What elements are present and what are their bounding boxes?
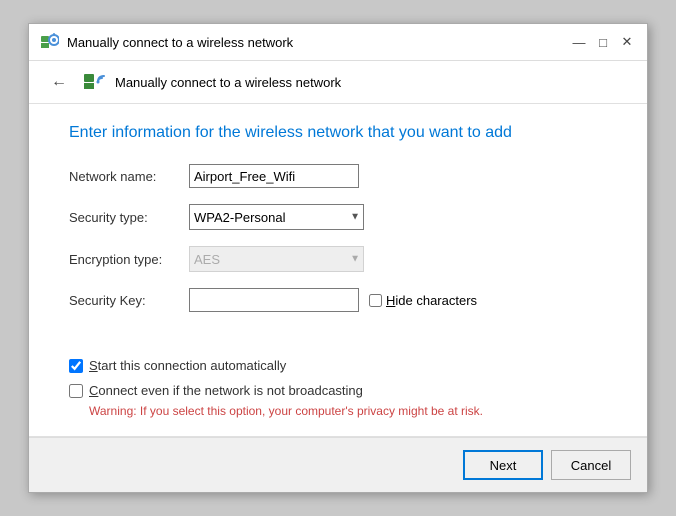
security-type-wrapper: WPA2-Personal WPA-Personal WPA2-Enterpri… [189, 204, 364, 230]
footer: Next Cancel [29, 437, 647, 492]
encryption-type-select: AES [189, 246, 364, 272]
title-bar-left: Manually connect to a wireless network [39, 32, 293, 52]
minimize-button[interactable]: — [569, 32, 589, 52]
no-broadcast-row: Connect even if the network is not broad… [69, 383, 607, 398]
close-button[interactable]: ✕ [617, 32, 637, 52]
header-title: Manually connect to a wireless network [115, 75, 341, 90]
hide-characters-label[interactable]: Hide characters [386, 293, 477, 308]
security-key-input[interactable] [189, 288, 359, 312]
encryption-type-wrapper: AES ▼ [189, 246, 364, 272]
auto-connect-label[interactable]: Start this connection automatically [89, 358, 286, 373]
security-key-label: Security Key: [69, 293, 189, 308]
header-bar: ← Manually connect to a wireless network [29, 61, 647, 104]
main-window: Manually connect to a wireless network —… [28, 23, 648, 493]
network-name-input[interactable] [189, 164, 359, 188]
next-button[interactable]: Next [463, 450, 543, 480]
no-broadcast-label[interactable]: Connect even if the network is not broad… [89, 383, 363, 398]
no-broadcast-checkbox[interactable] [69, 384, 83, 398]
page-title: Enter information for the wireless netwo… [69, 124, 607, 142]
security-type-row: Security type: WPA2-Personal WPA-Persona… [69, 204, 607, 230]
encryption-type-row: Encryption type: AES ▼ [69, 246, 607, 272]
checkbox-area: Start this connection automatically Conn… [29, 348, 647, 436]
encryption-type-label: Encryption type: [69, 252, 189, 267]
auto-connect-row: Start this connection automatically [69, 358, 607, 373]
auto-connect-checkbox[interactable] [69, 359, 83, 373]
window-title: Manually connect to a wireless network [67, 35, 293, 50]
cancel-button[interactable]: Cancel [551, 450, 631, 480]
network-header-icon [83, 71, 105, 93]
warning-text: Warning: If you select this option, your… [89, 404, 607, 418]
wifi-icon [39, 32, 59, 52]
title-bar: Manually connect to a wireless network —… [29, 24, 647, 61]
network-name-row: Network name: [69, 164, 607, 188]
maximize-button[interactable]: □ [593, 32, 613, 52]
hide-characters-checkbox[interactable] [369, 294, 382, 307]
content-area: Enter information for the wireless netwo… [29, 104, 647, 348]
security-type-select[interactable]: WPA2-Personal WPA-Personal WPA2-Enterpri… [189, 204, 364, 230]
back-button[interactable]: ← [45, 71, 73, 93]
title-bar-controls: — □ ✕ [569, 32, 637, 52]
hide-characters-wrapper: Hide characters [369, 293, 477, 308]
network-name-label: Network name: [69, 169, 189, 184]
security-key-row: Security Key: Hide characters [69, 288, 607, 312]
security-type-label: Security type: [69, 210, 189, 225]
